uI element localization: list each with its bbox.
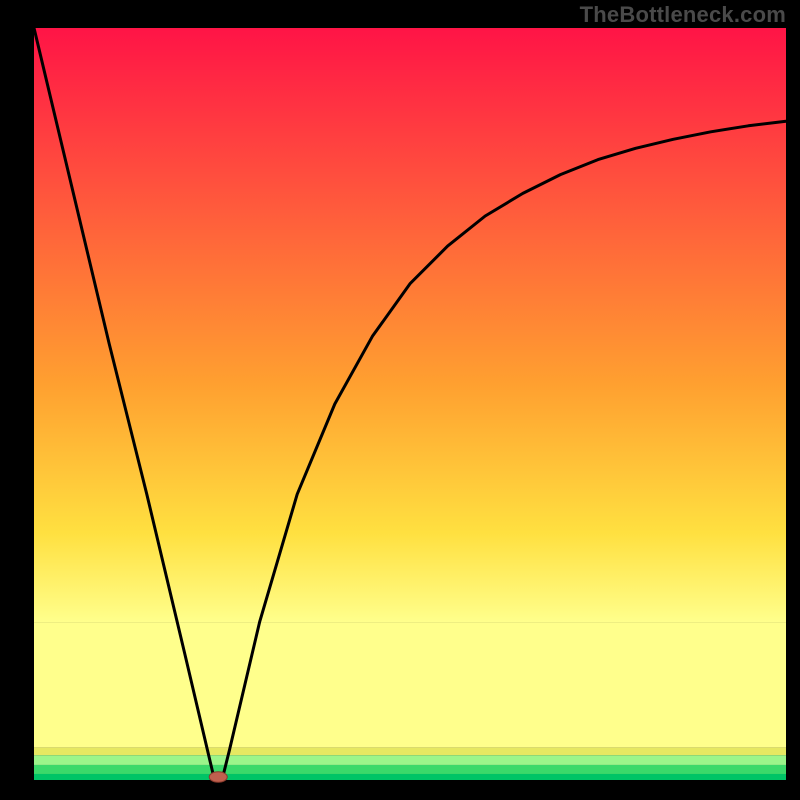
band-yellow-light [34,622,786,748]
optimum-marker [209,772,227,783]
gradient-background [34,28,786,622]
band-green-light [34,755,786,765]
band-green-mid [34,765,786,774]
chart-frame: TheBottleneck.com [0,0,800,800]
band-yellow-dark [34,748,786,756]
bottleneck-chart [0,0,800,800]
band-green-dark [34,774,786,780]
plot-area [34,28,786,782]
watermark-label: TheBottleneck.com [580,2,786,28]
